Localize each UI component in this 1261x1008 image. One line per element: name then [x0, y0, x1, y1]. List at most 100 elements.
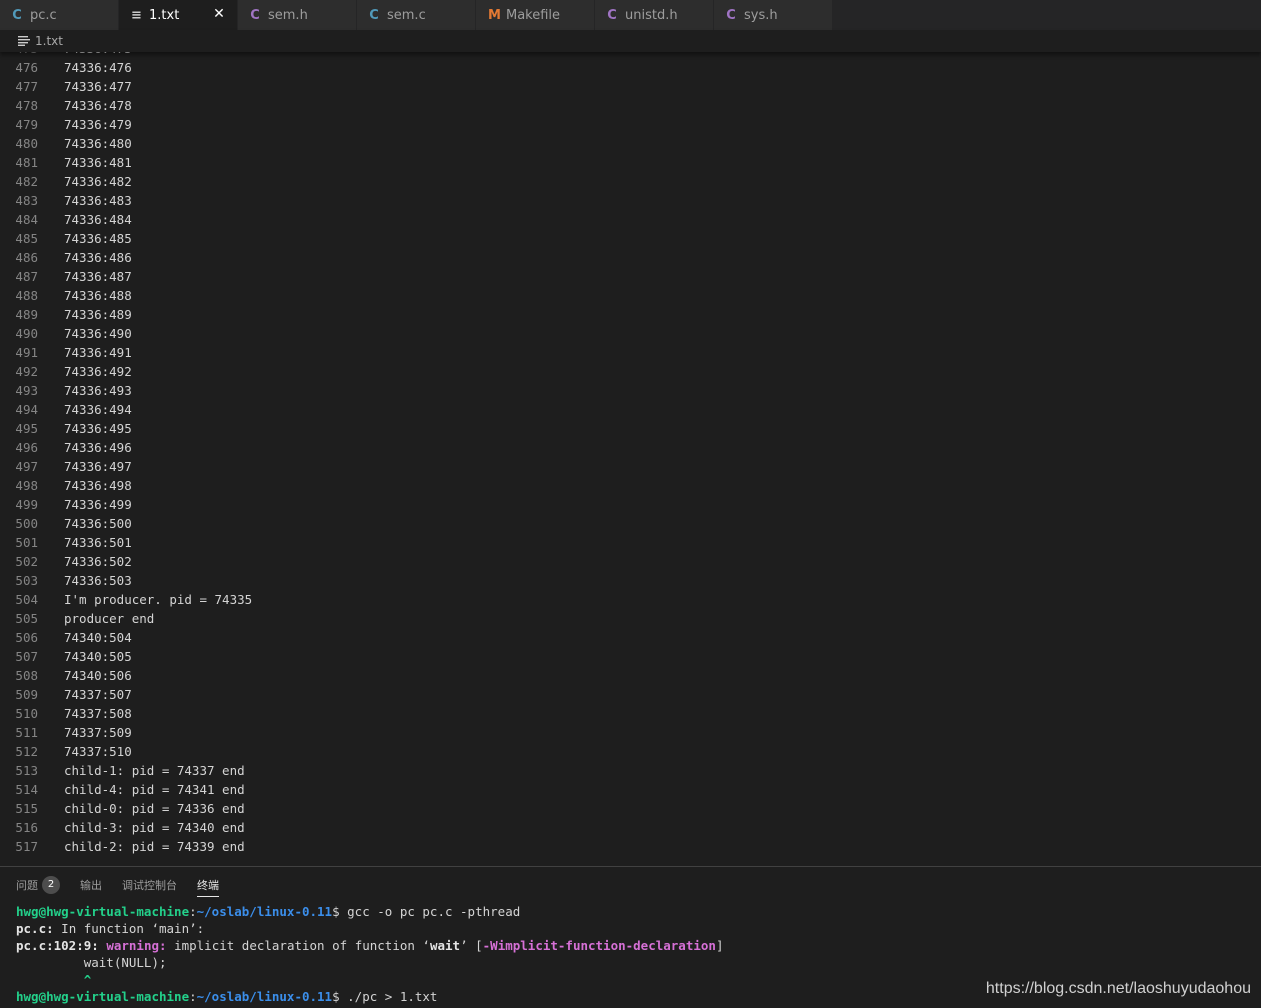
editor-line: 486 74336:486 [0, 248, 1261, 267]
tab-output-label: 输出 [80, 879, 102, 892]
editor-line: 511 74337:509 [0, 723, 1261, 742]
tab-label: sem.c [387, 7, 426, 23]
editor-line: 484 74336:484 [0, 210, 1261, 229]
line-text: child-2: pid = 74339 end [64, 839, 245, 854]
c-file-icon: C [12, 7, 22, 23]
line-number: 478 [15, 98, 38, 113]
editor-line: 513 child-1: pid = 74337 end [0, 761, 1261, 780]
tab-pc-c[interactable]: Cpc.c [0, 0, 119, 30]
terminal-text: In function ‘main’: [53, 921, 205, 936]
line-number: 490 [15, 326, 38, 341]
line-number: 489 [15, 307, 38, 322]
tab-output[interactable]: 输出 [80, 867, 102, 903]
line-text: 74337:507 [64, 687, 132, 702]
terminal-warning-flag: -Wimplicit-function-declaration [482, 938, 716, 953]
line-text: I'm producer. pid = 74335 [64, 592, 253, 607]
editor-line: 493 74336:493 [0, 381, 1261, 400]
breadcrumb[interactable]: 1.txt [0, 30, 1261, 52]
tab-label: unistd.h [625, 7, 678, 23]
tab-sem-h[interactable]: Csem.h [238, 0, 357, 30]
line-number: 481 [15, 155, 38, 170]
editor-line: 495 74336:495 [0, 419, 1261, 438]
tab-label: sys.h [744, 7, 778, 23]
line-number: 513 [15, 763, 38, 778]
editor-line: 506 74340:504 [0, 628, 1261, 647]
c-file-icon: C [726, 7, 736, 23]
editor-line: 481 74336:481 [0, 153, 1261, 172]
editor-line: 492 74336:492 [0, 362, 1261, 381]
terminal-line: pc.c:102:9: warning: implicit declaratio… [16, 937, 1261, 954]
tab-label: Makefile [506, 7, 561, 23]
editor-line: 503 74336:503 [0, 571, 1261, 590]
editor-line: 488 74336:488 [0, 286, 1261, 305]
line-number: 499 [15, 497, 38, 512]
tab-debug-console[interactable]: 调试控制台 [122, 867, 177, 903]
terminal-caret: ^ [16, 972, 92, 987]
line-text: 74340:506 [64, 668, 132, 683]
line-text: 74336:486 [64, 250, 132, 265]
tab-1-txt[interactable]: ≡ 1.txt ✕ [119, 0, 238, 30]
terminal-line: hwg@hwg-virtual-machine:~/oslab/linux-0.… [16, 903, 1261, 920]
c-file-icon: C [607, 7, 617, 23]
text-editor[interactable]: 47574336:47547674336:47647774336:4774787… [0, 39, 1261, 859]
line-number: 505 [15, 611, 38, 626]
tab-label: sem.h [268, 7, 308, 23]
line-number: 487 [15, 269, 38, 284]
line-text: 74336:477 [64, 79, 132, 94]
line-number: 486 [15, 250, 38, 265]
tab-makefile[interactable]: M Makefile [476, 0, 595, 30]
tab-unistd-h[interactable]: Cunistd.h [595, 0, 714, 30]
line-number: 509 [15, 687, 38, 702]
line-text: 74336:480 [64, 136, 132, 151]
prompt-user-host: hwg@hwg-virtual-machine [16, 904, 190, 919]
line-number: 517 [15, 839, 38, 854]
editor-line: 480 74336:480 [0, 134, 1261, 153]
line-number: 476 [15, 60, 38, 75]
line-text: 74336:478 [64, 98, 132, 113]
tab-sem-c[interactable]: Csem.c [357, 0, 476, 30]
editor-line: 497 74336:497 [0, 457, 1261, 476]
line-number: 483 [15, 193, 38, 208]
breadcrumb-file[interactable]: 1.txt [35, 34, 63, 48]
line-number: 500 [15, 516, 38, 531]
line-number: 493 [15, 383, 38, 398]
line-number: 491 [15, 345, 38, 360]
editor-line: 502 74336:502 [0, 552, 1261, 571]
line-text: 74336:484 [64, 212, 132, 227]
prompt-user-host: hwg@hwg-virtual-machine [16, 989, 190, 1004]
tab-debug-console-label: 调试控制台 [122, 879, 177, 892]
line-number: 502 [15, 554, 38, 569]
tab-terminal[interactable]: 终端 [197, 867, 219, 903]
c-file-icon: C [369, 7, 379, 23]
tab-label: pc.c [30, 7, 57, 23]
line-text: 74340:505 [64, 649, 132, 664]
prompt-path: ~/oslab/linux-0.11 [196, 989, 333, 1004]
line-text: 74336:500 [64, 516, 132, 531]
line-number: 482 [15, 174, 38, 189]
line-number: 503 [15, 573, 38, 588]
line-text: 74336:489 [64, 307, 132, 322]
terminal-text: ’ [ [460, 938, 483, 953]
line-text: 74336:499 [64, 497, 132, 512]
line-number: 507 [15, 649, 38, 664]
line-text: 74336:481 [64, 155, 132, 170]
editor-line: 478 74336:478 [0, 96, 1261, 115]
line-number: 504 [15, 592, 38, 607]
line-number: 492 [15, 364, 38, 379]
terminal-file-ref: pc.c: [16, 921, 54, 936]
editor-line: 485 74336:485 [0, 229, 1261, 248]
editor-line: 508 74340:506 [0, 666, 1261, 685]
close-icon[interactable]: ✕ [211, 6, 227, 22]
prompt-colon: : [189, 904, 197, 919]
line-number: 495 [15, 421, 38, 436]
terminal-command: ./pc > 1.txt [339, 989, 438, 1004]
tab-problems[interactable]: 问题 2 [16, 867, 60, 903]
terminal-location: pc.c:102:9: [16, 938, 99, 953]
line-text: 74337:510 [64, 744, 132, 759]
tab-sys-h[interactable]: Csys.h [714, 0, 833, 30]
line-text: producer end [64, 611, 155, 626]
terminal-line: wait(NULL); [16, 954, 1261, 971]
editor-line: 512 74337:510 [0, 742, 1261, 761]
prompt-symbol: $ [332, 989, 340, 1004]
line-number: 496 [15, 440, 38, 455]
